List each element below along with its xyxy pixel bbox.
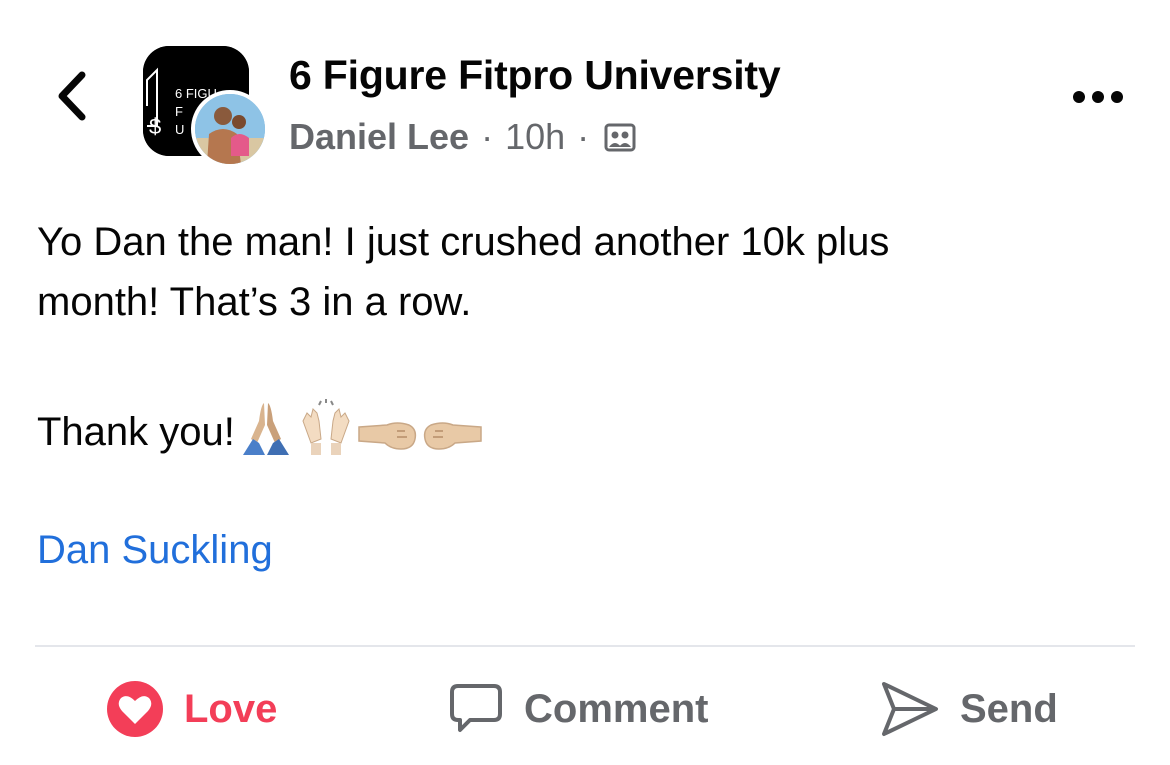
svg-text:$: $ xyxy=(149,114,161,139)
send-arrow-icon xyxy=(880,680,940,738)
meta-separator: · xyxy=(577,116,590,157)
comment-bubble-icon xyxy=(448,682,504,736)
more-dots-icon xyxy=(1073,91,1123,103)
author-photo-icon xyxy=(195,94,265,164)
comment-label: Comment xyxy=(524,686,709,731)
left-facing-fist-emoji xyxy=(357,415,419,465)
tagged-user-link[interactable]: Dan Suckling xyxy=(37,528,273,573)
raising-hands-emoji xyxy=(297,399,355,465)
action-divider xyxy=(35,645,1135,647)
author-avatar[interactable] xyxy=(191,90,269,168)
post-text: Yo Dan the man! I just crushed another 1… xyxy=(37,212,1127,332)
chevron-left-icon xyxy=(58,71,86,121)
love-button[interactable]: Love xyxy=(106,674,277,744)
group-name[interactable]: 6 Figure Fitpro University xyxy=(289,52,781,99)
post-time[interactable]: 10h xyxy=(505,116,565,158)
send-button[interactable]: Send xyxy=(880,674,1058,744)
post-meta: Daniel Lee · 10h · xyxy=(289,113,637,161)
folded-hands-emoji xyxy=(237,399,295,465)
svg-text:F: F xyxy=(175,104,183,119)
emoji-row xyxy=(237,399,483,465)
post-thanks-line: Thank you! xyxy=(37,399,483,465)
back-button[interactable] xyxy=(44,64,100,128)
comment-button[interactable]: Comment xyxy=(448,674,708,744)
svg-text:U: U xyxy=(175,122,184,137)
send-label: Send xyxy=(960,686,1058,731)
group-audience-icon xyxy=(603,120,637,154)
meta-separator: · xyxy=(481,116,494,157)
thanks-text: Thank you! xyxy=(37,409,235,454)
love-label: Love xyxy=(184,686,278,731)
author-name[interactable]: Daniel Lee xyxy=(289,116,469,158)
right-facing-fist-emoji xyxy=(421,415,483,465)
more-options-button[interactable] xyxy=(1068,80,1128,114)
post-text-line: Yo Dan the man! I just crushed another 1… xyxy=(37,220,890,264)
love-heart-icon xyxy=(106,680,164,738)
post-avatars[interactable]: 6 FIGU $ F U xyxy=(143,46,273,168)
post-text-line: month! That’s 3 in a row. xyxy=(37,280,472,324)
